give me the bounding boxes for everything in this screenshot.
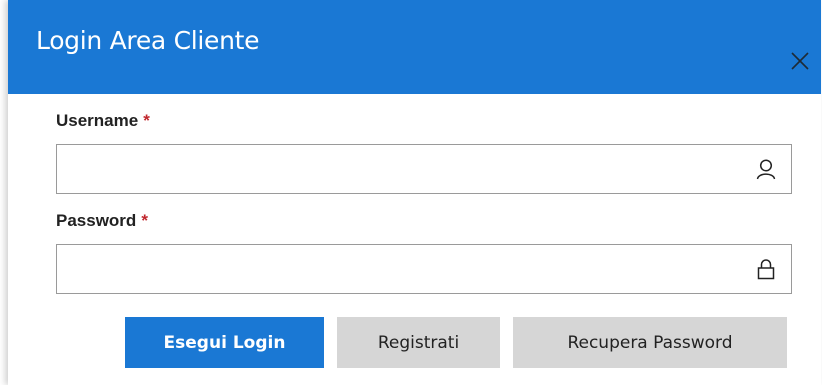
register-button[interactable]: Registrati [337, 317, 500, 368]
login-button[interactable]: Esegui Login [125, 317, 324, 368]
close-icon [791, 52, 809, 70]
username-label-text: Username [56, 111, 139, 130]
dialog-header: Login Area Cliente [8, 0, 821, 94]
lock-icon [755, 258, 777, 280]
username-label: Username * [56, 111, 150, 131]
password-label: Password * [56, 211, 148, 231]
username-required-mark: * [143, 111, 150, 130]
page: Login Area Cliente Username* Password* [0, 0, 822, 385]
recover-password-button[interactable]: Recupera Password [513, 317, 787, 368]
login-dialog: Login Area Cliente Username* Password* [8, 0, 821, 385]
username-input[interactable] [57, 145, 737, 193]
password-required-mark: * [141, 211, 148, 230]
user-icon [755, 158, 777, 180]
password-input[interactable] [57, 245, 737, 293]
password-label-text: Password [56, 211, 137, 230]
password-field[interactable] [56, 244, 792, 294]
close-button[interactable] [781, 44, 821, 80]
dialog-title: Login Area Cliente [36, 26, 260, 55]
username-field[interactable] [56, 144, 792, 194]
